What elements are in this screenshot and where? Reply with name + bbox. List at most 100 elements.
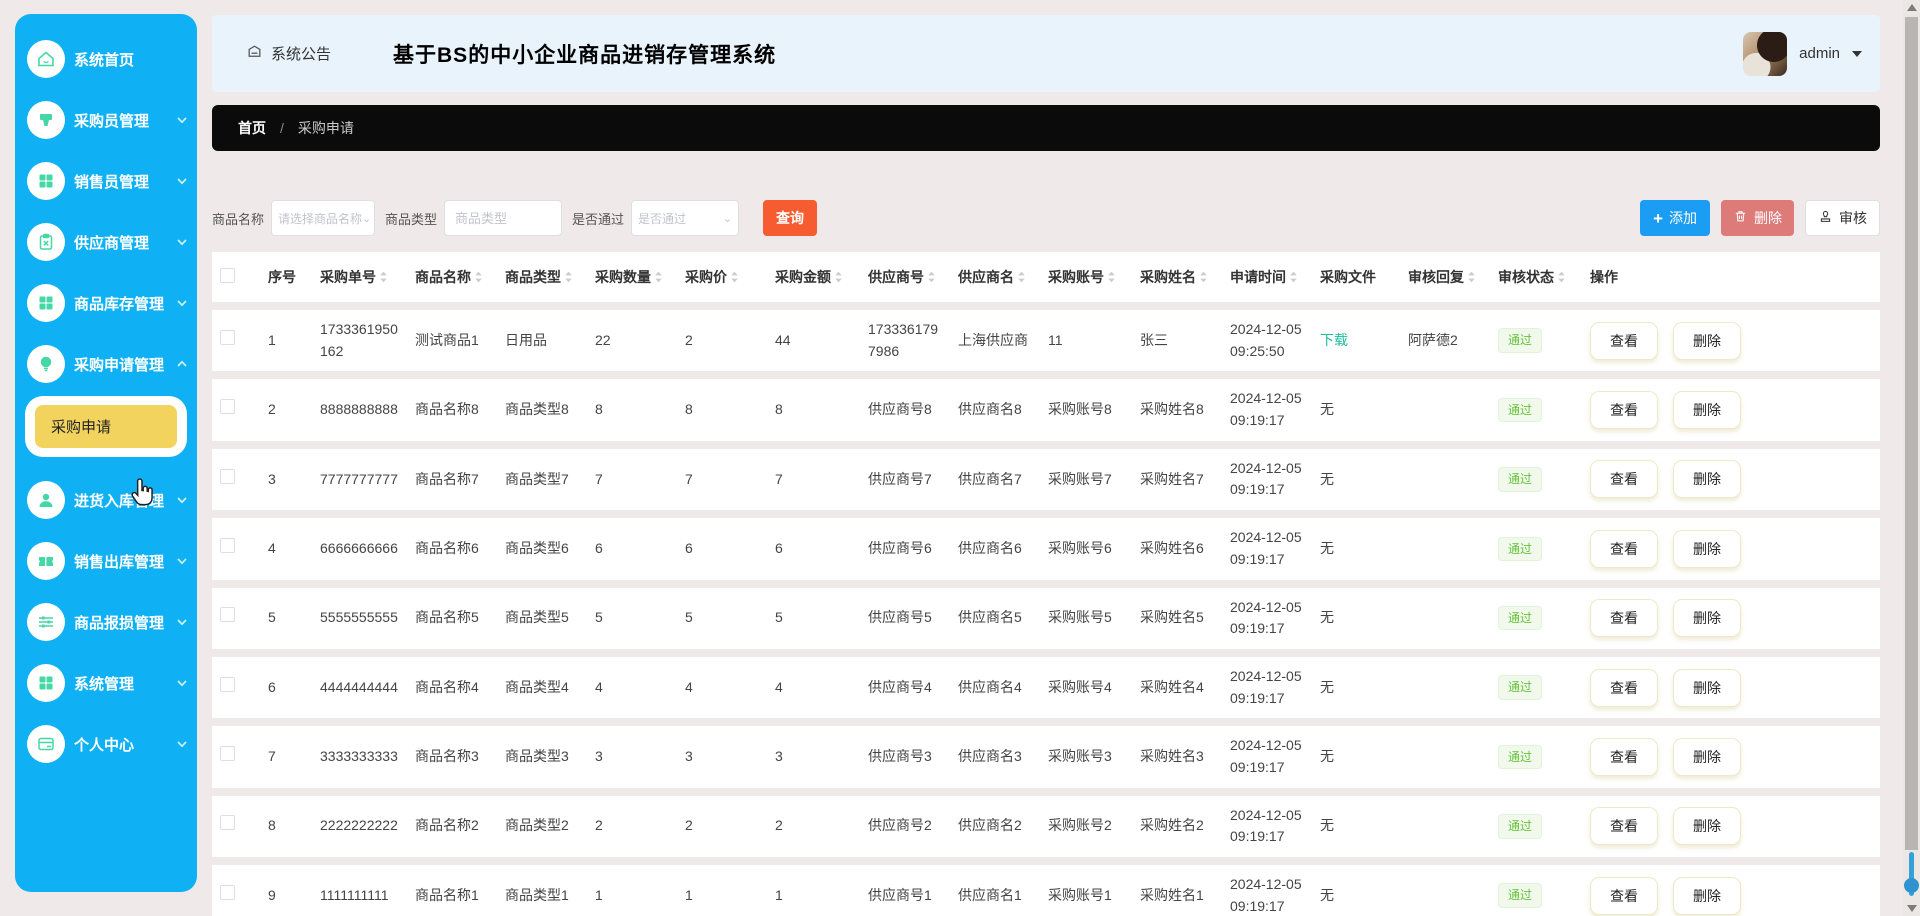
user-menu[interactable]: admin: [1743, 32, 1862, 76]
row-checkbox[interactable]: [220, 469, 235, 484]
column-header-reply[interactable]: 审核回复: [1400, 252, 1490, 302]
sidebar-item-9[interactable]: 系统管理: [27, 658, 191, 708]
sidebar-item-2[interactable]: 销售员管理: [27, 156, 191, 206]
delete-button[interactable]: 删除: [1721, 200, 1794, 236]
sidebar-item-5[interactable]: 采购申请管理: [27, 339, 191, 389]
cell-account: 采购账号8: [1040, 379, 1132, 440]
row-checkbox-cell: [212, 726, 260, 787]
column-header-ops: 操作: [1582, 252, 1880, 302]
cell-qty: 5: [587, 588, 677, 649]
cell-amount: 2: [767, 796, 860, 857]
row-checkbox[interactable]: [220, 330, 235, 345]
column-header-supplier_no[interactable]: 供应商号: [860, 252, 950, 302]
column-header-account[interactable]: 采购账号: [1040, 252, 1132, 302]
cell-order_no: 4444444444: [312, 657, 407, 718]
cell-person: 采购姓名6: [1132, 518, 1222, 579]
row-checkbox[interactable]: [220, 607, 235, 622]
row-delete-button[interactable]: 删除: [1673, 460, 1741, 498]
cell-person: 张三: [1132, 310, 1222, 371]
row-delete-button[interactable]: 删除: [1673, 738, 1741, 776]
row-delete-button[interactable]: 删除: [1673, 599, 1741, 637]
sidebar-item-8[interactable]: 商品报损管理: [27, 597, 191, 647]
cell-file: 无: [1312, 449, 1400, 510]
row-checkbox[interactable]: [220, 815, 235, 830]
cell-ops: 查看删除: [1582, 796, 1880, 857]
column-header-order_no[interactable]: 采购单号: [312, 252, 407, 302]
cell-qty: 7: [587, 449, 677, 510]
column-header-apply_time[interactable]: 申请时间: [1222, 252, 1312, 302]
row-checkbox[interactable]: [220, 677, 235, 692]
cell-supplier_no: 1733361797986: [860, 310, 950, 371]
scroll-down-arrow-icon[interactable]: [1907, 905, 1917, 912]
sidebar-item-3[interactable]: 供应商管理: [27, 217, 191, 267]
view-button[interactable]: 查看: [1590, 391, 1658, 429]
sidebar-item-10[interactable]: 个人中心: [27, 719, 191, 769]
row-checkbox-cell: [212, 518, 260, 579]
vertical-scrollbar[interactable]: [1903, 0, 1920, 916]
sidebar-item-label: 商品库存管理: [74, 293, 175, 314]
view-button[interactable]: 查看: [1590, 877, 1658, 915]
column-header-qty[interactable]: 采购数量: [587, 252, 677, 302]
sidebar-subitem-active[interactable]: 采购申请: [35, 405, 177, 448]
row-checkbox-cell: [212, 865, 260, 916]
pass-select[interactable]: 是否通过 ⌄: [631, 200, 739, 236]
download-link[interactable]: 下载: [1320, 332, 1348, 348]
sidebar-item-label: 进货入库管理: [74, 490, 175, 511]
breadcrumb-home[interactable]: 首页: [238, 118, 266, 138]
row-delete-button[interactable]: 删除: [1673, 807, 1741, 845]
view-button[interactable]: 查看: [1590, 460, 1658, 498]
row-delete-button[interactable]: 删除: [1673, 877, 1741, 915]
row-checkbox[interactable]: [220, 538, 235, 553]
sidebar-item-0[interactable]: 系统首页: [27, 34, 191, 84]
row-checkbox[interactable]: [220, 746, 235, 761]
row-delete-button[interactable]: 删除: [1673, 530, 1741, 568]
view-button[interactable]: 查看: [1590, 322, 1658, 360]
product-type-input[interactable]: [444, 200, 562, 236]
sidebar-item-1[interactable]: 采购员管理: [27, 95, 191, 145]
search-button[interactable]: 查询: [763, 200, 817, 236]
column-header-amount[interactable]: 采购金额: [767, 252, 860, 302]
sidebar-item-label: 系统管理: [74, 673, 175, 694]
row-delete-button[interactable]: 删除: [1673, 391, 1741, 429]
cell-apply_time: 2024-12-05 09:19:17: [1222, 588, 1312, 649]
view-button[interactable]: 查看: [1590, 599, 1658, 637]
column-header-product_type[interactable]: 商品类型: [497, 252, 587, 302]
view-button[interactable]: 查看: [1590, 807, 1658, 845]
cell-amount: 44: [767, 310, 860, 371]
view-button[interactable]: 查看: [1590, 530, 1658, 568]
scroll-up-arrow-icon[interactable]: [1907, 4, 1917, 11]
sidebar-item-label: 个人中心: [74, 734, 175, 755]
cell-product_type: 商品类型3: [497, 726, 587, 787]
row-checkbox[interactable]: [220, 399, 235, 414]
column-header-price[interactable]: 采购价: [677, 252, 767, 302]
column-header-supplier_name[interactable]: 供应商名: [950, 252, 1040, 302]
status-badge: 通过: [1498, 606, 1542, 631]
select-all-checkbox[interactable]: [220, 268, 235, 283]
sort-icon: [651, 269, 663, 285]
column-header-person[interactable]: 采购姓名: [1132, 252, 1222, 302]
sidebar-item-7[interactable]: 销售出库管理: [27, 536, 191, 586]
avatar[interactable]: [1743, 32, 1787, 76]
sidebar-item-4[interactable]: 商品库存管理: [27, 278, 191, 328]
cell-person: 采购姓名7: [1132, 449, 1222, 510]
column-header-status[interactable]: 审核状态: [1490, 252, 1582, 302]
row-delete-button[interactable]: 删除: [1673, 669, 1741, 707]
chevron-down-icon: ⌄: [362, 212, 371, 225]
row-checkbox[interactable]: [220, 885, 235, 900]
row-delete-button[interactable]: 删除: [1673, 322, 1741, 360]
announcement-link[interactable]: 系统公告: [246, 43, 331, 64]
scrollbar-thumb[interactable]: [1905, 17, 1918, 850]
product-name-select[interactable]: 请选择商品名称 ⌄: [271, 200, 375, 236]
cell-order_no: 1111111111: [312, 865, 407, 916]
audit-button[interactable]: 审核: [1805, 200, 1880, 236]
scroll-knob[interactable]: [1904, 878, 1919, 893]
file-none-text: 无: [1320, 471, 1334, 487]
sidebar-item-6[interactable]: 进货入库管理: [27, 475, 191, 525]
column-header-product_name[interactable]: 商品名称: [407, 252, 497, 302]
user-icon: [27, 481, 65, 519]
add-button[interactable]: + 添加: [1640, 200, 1710, 236]
cell-order_no: 1733361950162: [312, 310, 407, 371]
sidebar-item-label: 采购员管理: [74, 110, 175, 131]
view-button[interactable]: 查看: [1590, 738, 1658, 776]
view-button[interactable]: 查看: [1590, 669, 1658, 707]
